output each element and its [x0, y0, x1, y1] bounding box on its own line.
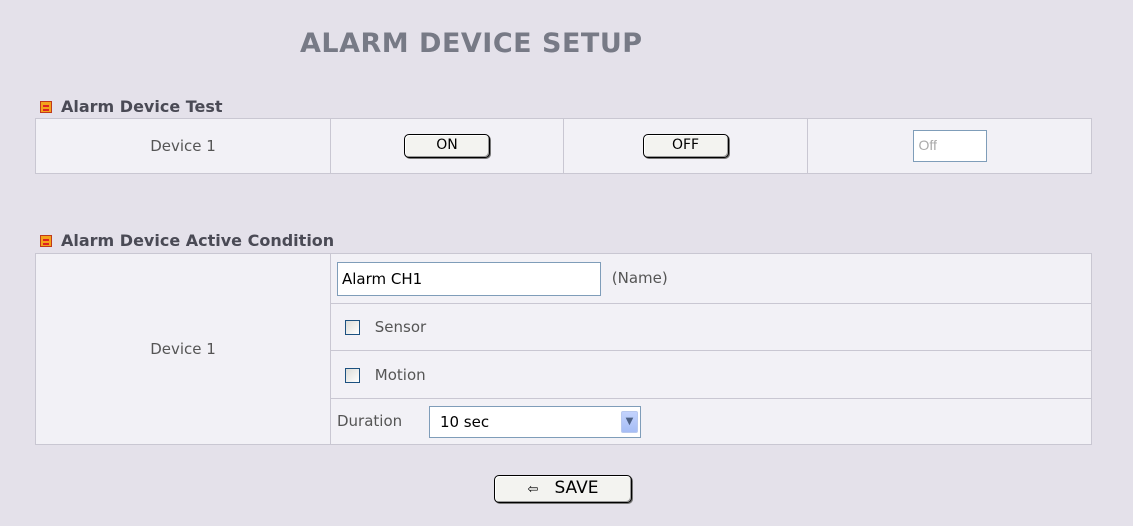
- alarm-device-active-condition-header: Alarm Device Active Condition: [40, 231, 334, 250]
- page-title: ALARM DEVICE SETUP: [300, 28, 643, 59]
- save-button[interactable]: ⇦ SAVE: [494, 475, 632, 503]
- alarm-name-input[interactable]: [337, 261, 601, 296]
- list-icon: [40, 100, 52, 113]
- off-button[interactable]: OFF: [642, 134, 729, 158]
- alarm-test-table: Device 1 ON OFF Off: [35, 118, 1092, 174]
- alarm-device-test-header: Alarm Device Test: [40, 97, 223, 116]
- on-button[interactable]: ON: [404, 134, 490, 158]
- condition-device-label: Device 1: [35, 253, 331, 445]
- sensor-checkbox[interactable]: [345, 320, 360, 335]
- test-device-label: Device 1: [35, 118, 331, 174]
- motion-label: Motion: [374, 365, 426, 384]
- device-status-field: Off: [912, 130, 987, 162]
- save-label: SAVE: [554, 478, 599, 498]
- duration-select[interactable]: 10 sec ▼: [428, 405, 641, 438]
- chevron-down-icon[interactable]: ▼: [620, 410, 638, 433]
- duration-label: Duration: [337, 412, 403, 430]
- duration-value: 10 sec: [439, 412, 490, 431]
- section-title: Alarm Device Active Condition: [61, 231, 335, 250]
- alarm-condition-table: Device 1 (Name) Sensor Motion Duration 1…: [35, 253, 1092, 445]
- section-title: Alarm Device Test: [61, 97, 223, 116]
- list-icon: [40, 234, 52, 247]
- sensor-label: Sensor: [374, 318, 427, 336]
- name-hint: (Name): [611, 269, 668, 287]
- left-arrow-icon: ⇦: [527, 482, 539, 497]
- motion-checkbox[interactable]: [345, 367, 360, 383]
